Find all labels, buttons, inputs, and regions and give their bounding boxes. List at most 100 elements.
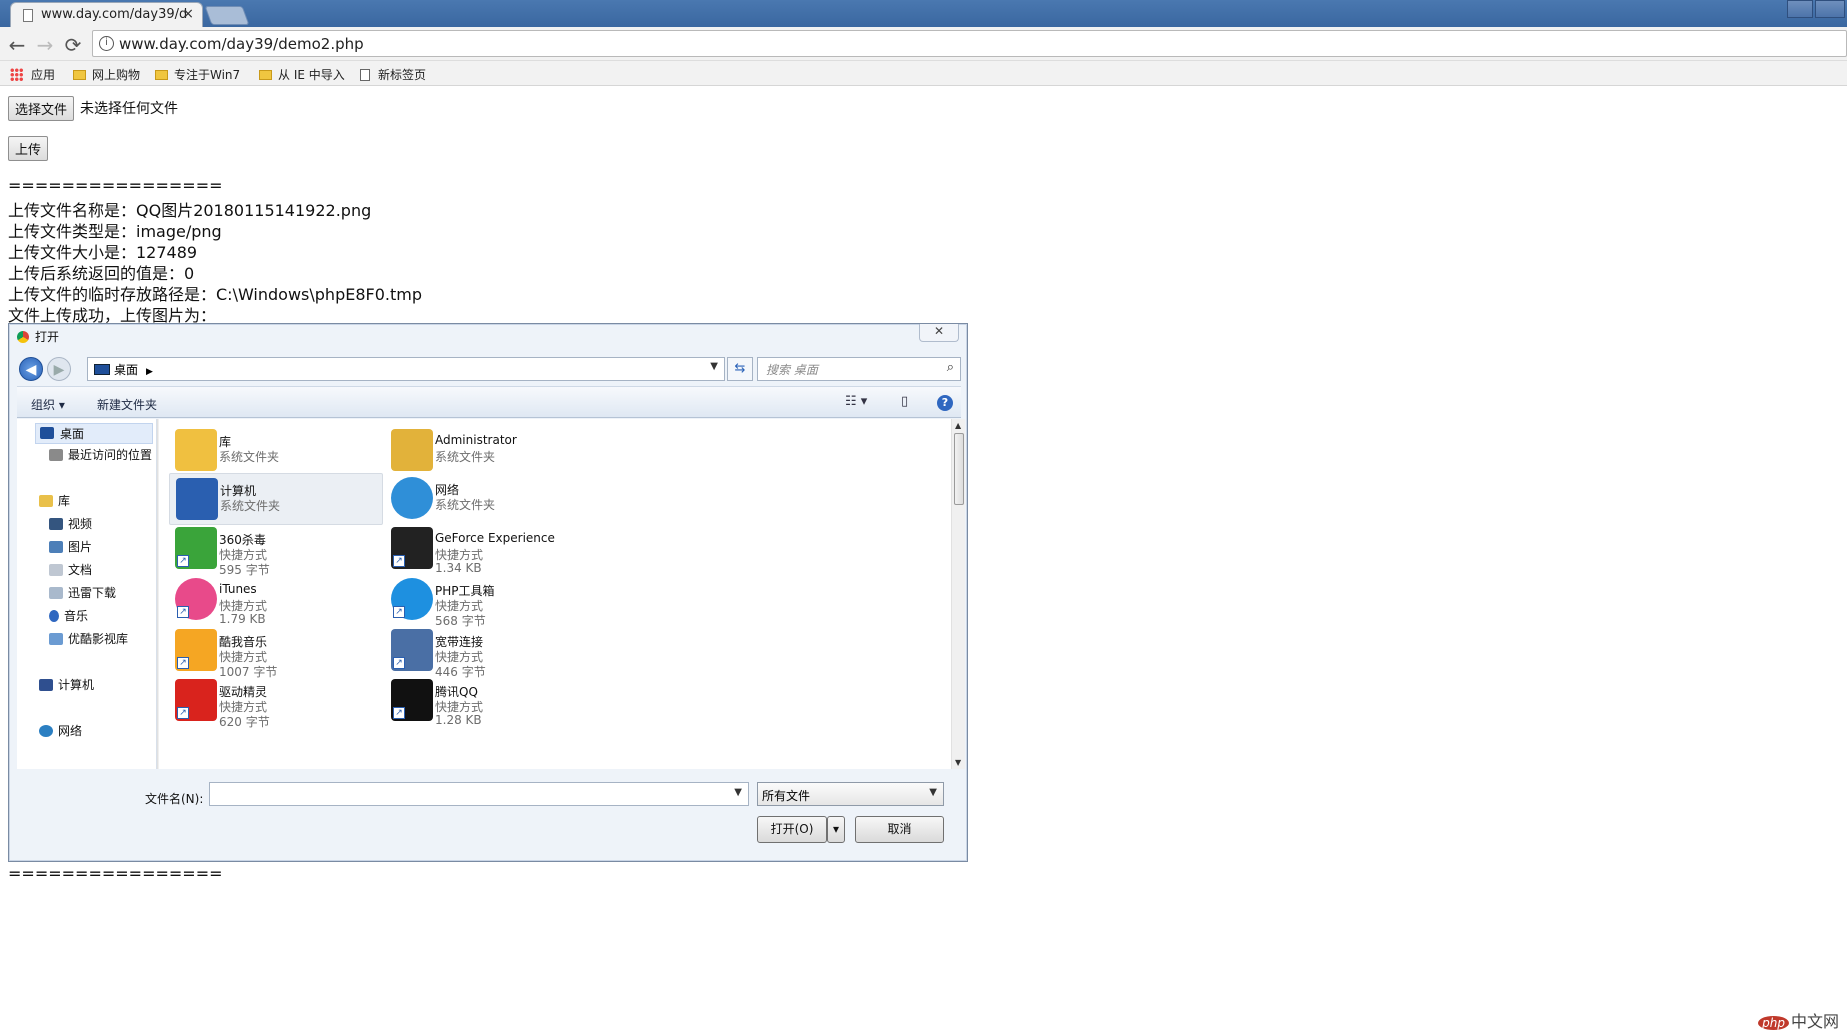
php-toolbox-icon: ↗ [391, 578, 433, 620]
dialog-address-bar[interactable]: 桌面 ▶ ▼ [87, 357, 725, 381]
file-item[interactable]: ↗ 酷我音乐 快捷方式 1007 字节 [169, 625, 383, 679]
open-options-dropdown[interactable]: ▾ [827, 816, 845, 843]
scrollbar-thumb[interactable] [954, 433, 964, 505]
network-icon [391, 477, 433, 519]
computer-icon [39, 679, 53, 691]
file-list-scrollbar[interactable]: ▲ ▼ [951, 419, 965, 769]
back-icon[interactable]: ◀ [19, 357, 43, 381]
filetype-select[interactable]: 所有文件 ▼ [757, 782, 944, 806]
nav-item-library[interactable]: 库 [39, 492, 70, 509]
dialog-close-button[interactable]: ✕ [919, 324, 959, 342]
file-type: 系统文件夹 [220, 499, 281, 513]
choose-file-button[interactable]: 选择文件 [8, 96, 75, 121]
address-bar[interactable]: i www.day.com/day39/demo2.php [92, 30, 1847, 57]
user-folder-icon [391, 429, 433, 471]
bookmark-win7[interactable]: 专注于Win7 [155, 66, 240, 83]
file-type: 系统文件夹 [435, 450, 496, 464]
tab-title: www.day.com/day39/d [41, 7, 188, 22]
file-item[interactable]: 库系统文件夹 [169, 425, 383, 477]
php-logo: php [1758, 1016, 1789, 1030]
bookmark-apps[interactable]: 应用 [10, 66, 55, 83]
bookmarks-bar: 应用 网上购物 专注于Win7 从 IE 中导入 新标签页 [0, 61, 1847, 86]
site-watermark: php 中文网 [1758, 1008, 1839, 1032]
dialog-title: 打开 [17, 328, 59, 345]
file-type: 系统文件夹 [435, 498, 496, 512]
bookmark-shopping[interactable]: 网上购物 [73, 66, 140, 83]
info-icon[interactable]: i [99, 36, 114, 51]
chevron-down-icon[interactable]: ▼ [710, 361, 718, 372]
library-icon [175, 429, 217, 471]
upload-button[interactable]: 上传 [8, 136, 49, 161]
chevron-down-icon[interactable]: ▼ [734, 787, 742, 798]
forward-icon[interactable]: ▶ [47, 357, 71, 381]
nav-item-desktop[interactable]: 桌面 [35, 423, 153, 444]
folder-icon [155, 70, 168, 80]
file-list: 库系统文件夹 Administrator 系统文件夹 计算机 系统文件夹 网络 系统文件夹 ↗… [159, 419, 951, 769]
file-size: 620 字节 [219, 715, 270, 729]
nav-item-video[interactable]: 视频 [49, 515, 92, 532]
forward-icon[interactable]: → [34, 33, 56, 57]
help-icon[interactable]: ? [937, 395, 953, 411]
bookmark-new-tab[interactable]: 新标签页 [360, 66, 426, 83]
nav-item-network[interactable]: 网络 [39, 722, 82, 739]
file-item[interactable]: ↗ 驱动精灵 快捷方式 620 字节 [169, 675, 383, 729]
restore-button[interactable] [1815, 0, 1845, 18]
nav-item-youku[interactable]: 优酷影视库 [49, 630, 128, 647]
folder-icon [73, 70, 86, 80]
shortcut-arrow-icon: ↗ [393, 606, 405, 618]
nav-item-pictures[interactable]: 图片 [49, 538, 92, 555]
filename-input[interactable]: ▼ [209, 782, 749, 806]
file-item[interactable]: 计算机 系统文件夹 [169, 473, 383, 525]
browser-toolbar: ← → ⟳ i www.day.com/day39/demo2.php [0, 27, 1847, 61]
360-antivirus-icon: ↗ [175, 527, 217, 569]
computer-icon [176, 478, 218, 520]
file-item[interactable]: ↗ PHP工具箱 快捷方式 568 字节 [385, 574, 599, 628]
separator-end: ================ [8, 864, 223, 883]
nav-item-computer[interactable]: 计算机 [39, 676, 94, 693]
shortcut-arrow-icon: ↗ [393, 657, 405, 669]
page-icon [360, 69, 370, 81]
network-icon [39, 725, 53, 737]
new-tab-button[interactable] [204, 6, 250, 25]
dialog-search-input[interactable]: 搜索 桌面 ⌕ [757, 357, 961, 381]
view-options-icon[interactable]: ☷ ▾ [845, 394, 867, 409]
back-icon[interactable]: ← [6, 33, 28, 57]
file-item[interactable]: ↗ 宽带连接 快捷方式 446 字节 [385, 625, 599, 679]
nav-item-recent[interactable]: 最近访问的位置 [49, 446, 152, 463]
no-file-label: 未选择任何文件 [80, 101, 178, 117]
cancel-button[interactable]: 取消 [855, 816, 944, 843]
file-item[interactable]: ↗ 360杀毒 快捷方式 595 字节 [169, 523, 383, 577]
file-name: Administrator [435, 433, 517, 447]
url-text: www.day.com/day39/demo2.php [119, 35, 364, 53]
nav-item-xunlei[interactable]: 迅雷下载 [49, 584, 116, 601]
recent-places-icon [49, 449, 63, 461]
refresh-icon[interactable]: ⇆ [727, 357, 753, 381]
open-button[interactable]: 打开(O) [757, 816, 827, 843]
music-icon [49, 610, 59, 622]
reload-icon[interactable]: ⟳ [62, 33, 84, 57]
shortcut-arrow-icon: ↗ [177, 707, 189, 719]
nav-item-documents[interactable]: 文档 [49, 561, 92, 578]
separator: ================ [8, 176, 223, 195]
file-item[interactable]: Administrator 系统文件夹 [385, 425, 599, 477]
kuwo-music-icon: ↗ [175, 629, 217, 671]
browser-tab[interactable]: www.day.com/day39/d × [10, 2, 203, 27]
organize-button[interactable]: 组织 ▾ [31, 396, 65, 413]
filename-label: 文件名(N): [145, 792, 204, 806]
file-item[interactable]: 网络 系统文件夹 [385, 473, 599, 525]
navigation-pane: 桌面 最近访问的位置 库 视频 图片 文档 迅雷下载 音乐 优酷影视库 计算机 … [17, 419, 157, 769]
new-folder-button[interactable]: 新建文件夹 [97, 396, 157, 413]
file-item[interactable]: ↗ 腾讯QQ 快捷方式 1.28 KB [385, 675, 599, 727]
file-item[interactable]: ↗ GeForce Experience 快捷方式 1.34 KB [385, 523, 599, 575]
minimize-button[interactable] [1787, 0, 1813, 18]
nav-item-music[interactable]: 音乐 [49, 607, 88, 624]
preview-pane-icon[interactable]: ▯ [901, 394, 908, 409]
file-size: 1.34 KB [435, 561, 482, 575]
video-icon [49, 518, 63, 530]
bookmark-ie-import[interactable]: 从 IE 中导入 [259, 66, 345, 83]
driver-genius-icon: ↗ [175, 679, 217, 721]
tab-close-icon[interactable]: × [182, 6, 194, 22]
file-item[interactable]: ↗ iTunes 快捷方式 1.79 KB [169, 574, 383, 626]
folder-icon [49, 633, 63, 645]
apps-icon [10, 68, 23, 81]
